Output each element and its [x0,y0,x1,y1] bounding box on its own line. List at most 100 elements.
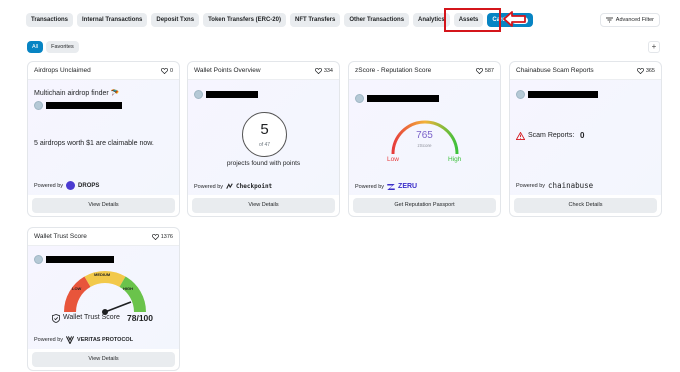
scam-reports-value: 0 [580,131,585,140]
check-details-button[interactable]: Check Details [514,198,657,213]
avatar [34,255,43,264]
tab-other-transactions[interactable]: Other Transactions [344,13,410,27]
brand-name: DROPS [78,182,100,189]
airdrop-heading: Multichain airdrop finder 🪂 [34,90,120,97]
add-card-button[interactable]: + [648,41,660,53]
redacted-address [46,102,122,109]
scam-reports-label: Scam Reports: [528,132,575,139]
trust-score-value: 78/100 [127,313,153,323]
card-body: Scam Reports: 0 [510,80,661,195]
filter-icon [605,17,613,23]
brand-name: chainabuse [548,181,594,190]
favorite-button[interactable]: 587 [475,67,494,74]
points-caption: projects found with points [226,160,301,167]
powered-by: Powered by DROPS [34,181,99,190]
likes-count: 334 [323,67,333,74]
shield-icon [52,314,60,323]
brand-name: Checkpoint [236,183,273,190]
view-details-button[interactable]: View Details [32,198,175,213]
powered-by-label: Powered by [34,337,64,343]
highlight-box [444,8,501,32]
powered-by: Powered by Checkpoint [194,183,272,190]
tab-deposit-txns[interactable]: Deposit Txns [151,13,200,27]
drops-logo-icon [66,181,76,190]
card-chainabuse: Chainabuse Scam Reports 365 Scam Reports… [509,61,662,217]
avatar [34,101,43,110]
favorite-button[interactable]: 334 [314,67,333,74]
heart-icon [151,233,159,240]
powered-by: Powered by chainabuse [516,181,593,190]
card-zscore: zScore - Reputation Score 587 765 zScore… [348,61,501,217]
zscore-value: 765 [416,130,433,141]
gauge-high-label: HIGH [123,286,133,291]
card-body: 5 of 47 projects found with points [188,80,339,195]
heart-icon [314,67,322,74]
view-details-button[interactable]: View Details [192,198,335,213]
warning-icon [516,132,525,140]
heart-icon [160,67,168,74]
avatar [194,90,203,99]
subtab-favorites[interactable]: Favorites [46,41,79,53]
powered-by: Powered by ZERU [355,183,417,190]
zeru-logo-icon [387,183,395,190]
card-body: LOW MEDIUM HIGH Wallet Trust Score 78/10… [28,246,179,349]
tab-nft-transfers[interactable]: NFT Transfers [289,13,341,27]
favorite-button[interactable]: 1376 [151,233,173,240]
redacted-address [46,256,114,263]
card-header: Chainabuse Scam Reports 365 [510,62,661,80]
card-title: zScore - Reputation Score [355,67,432,74]
powered-by-label: Powered by [34,182,64,189]
likes-count: 587 [484,67,494,74]
heart-icon [475,67,483,74]
card-body: Multichain airdrop finder 🪂 5 airdrops w… [28,80,179,195]
card-title: Airdrops Unclaimed [34,67,91,74]
likes-count: 0 [169,67,173,74]
zscore-label: zScore [417,143,432,148]
points-circle: 5 of 47 [242,112,287,157]
card-airdrops-unclaimed: Airdrops Unclaimed 0 Multichain airdrop … [27,61,180,217]
favorite-button[interactable]: 0 [160,67,173,74]
powered-by: Powered by VERITAS PROTOCOL [34,336,133,344]
tab-internal-transactions[interactable]: Internal Transactions [77,13,148,27]
favorite-button[interactable]: 365 [636,67,655,74]
card-wallet-trust-score: Wallet Trust Score 1376 LOW MEDIUM HIGH … [27,227,180,371]
zscore-high-label: High [448,156,462,163]
avatar [516,90,525,99]
powered-by-label: Powered by [516,182,546,189]
card-filter-tabs: All Favorites [27,41,79,53]
card-wallet-points: Wallet Points Overview 334 5 of 47 proje… [187,61,340,217]
trust-score-label: Wallet Trust Score [63,314,120,321]
card-body: 765 zScore Low High [349,80,500,195]
zscore-low-label: Low [387,156,399,163]
heart-icon [636,67,644,74]
arrow-left-icon [503,11,526,27]
redacted-address [367,95,439,102]
card-header: Wallet Points Overview 334 [188,62,339,80]
subtab-all[interactable]: All [27,41,44,53]
card-header: Wallet Trust Score 1376 [28,228,179,246]
checkpoint-logo-icon [226,183,233,189]
view-details-button[interactable]: View Details [32,352,175,367]
card-header: zScore - Reputation Score 587 [349,62,500,80]
card-title: Chainabuse Scam Reports [516,67,594,74]
redacted-address [206,91,258,98]
powered-by-label: Powered by [194,183,224,190]
likes-count: 1376 [160,233,173,240]
brand-name: VERITAS PROTOCOL [77,337,134,343]
points-total: of 47 [258,142,271,148]
advanced-filter-button[interactable]: Advanced Filter [599,13,660,27]
card-title: Wallet Points Overview [194,67,261,74]
get-reputation-passport-button[interactable]: Get Reputation Passport [353,198,496,213]
redacted-address [528,91,598,98]
airdrop-summary: 5 airdrops worth $1 are claimable now. [34,140,154,147]
points-count: 5 [260,121,269,138]
tab-transactions[interactable]: Transactions [26,13,74,27]
tab-token-transfers[interactable]: Token Transfers (ERC-20) [203,13,286,27]
gauge-low-label: LOW [72,286,82,291]
avatar [355,94,364,103]
card-title: Wallet Trust Score [34,233,87,240]
card-header: Airdrops Unclaimed 0 [28,62,179,80]
advanced-filter-label: Advanced Filter [615,17,654,23]
veritas-logo-icon [66,336,75,344]
powered-by-label: Powered by [355,183,385,190]
